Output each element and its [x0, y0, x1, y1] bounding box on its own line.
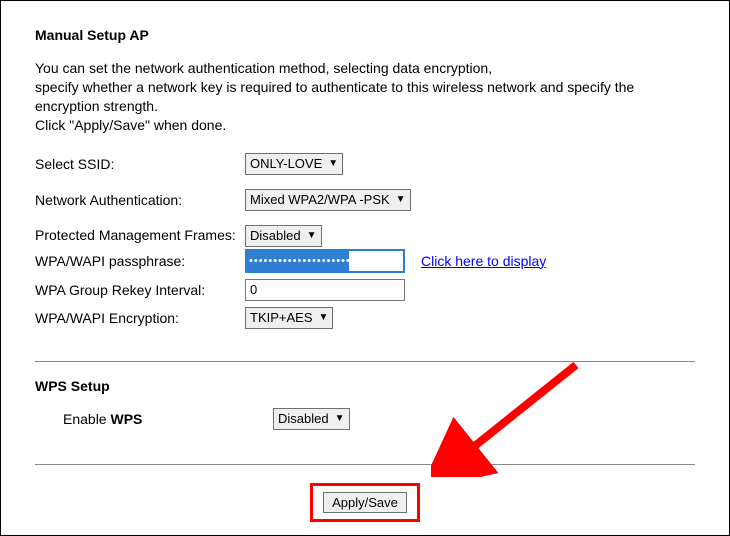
passphrase-label: WPA/WAPI passphrase: — [35, 253, 245, 269]
auth-select[interactable]: Mixed WPA2/WPA -PSK ▼ — [245, 189, 411, 211]
dropdown-caret-icon: ▼ — [396, 195, 406, 205]
wps-enable-label-prefix: Enable — [63, 411, 110, 427]
auth-label: Network Authentication: — [35, 192, 245, 208]
intro-line-2: specify whether a network key is require… — [35, 79, 634, 114]
dropdown-caret-icon: ▼ — [319, 313, 329, 323]
settings-rows: Select SSID: ONLY-LOVE ▼ Network Authent… — [35, 153, 695, 329]
ssid-select[interactable]: ONLY-LOVE ▼ — [245, 153, 343, 175]
encryption-select-value: TKIP+AES — [250, 310, 313, 325]
pmf-select-value: Disabled — [250, 228, 301, 243]
dropdown-caret-icon: ▼ — [328, 159, 338, 169]
row-pmf: Protected Management Frames: Disabled ▼ — [35, 225, 695, 247]
row-encryption: WPA/WAPI Encryption: TKIP+AES ▼ — [35, 307, 695, 329]
dropdown-caret-icon: ▼ — [335, 414, 345, 424]
row-auth: Network Authentication: Mixed WPA2/WPA -… — [35, 189, 695, 211]
security-settings-panel: Manual Setup AP You can set the network … — [0, 0, 730, 536]
wps-enable-select-value: Disabled — [278, 411, 329, 426]
pmf-select[interactable]: Disabled ▼ — [245, 225, 322, 247]
wps-enable-label: Enable WPS — [35, 411, 273, 427]
intro-text: You can set the network authentication m… — [35, 59, 695, 135]
rekey-label: WPA Group Rekey Interval: — [35, 282, 245, 298]
ssid-select-value: ONLY-LOVE — [250, 156, 322, 171]
row-wps-enable: Enable WPS Disabled ▼ — [35, 408, 695, 430]
apply-save-button[interactable]: Apply/Save — [323, 492, 407, 513]
rekey-input[interactable] — [245, 279, 405, 301]
dropdown-caret-icon: ▼ — [307, 231, 317, 241]
action-area: Apply/Save — [35, 483, 695, 522]
section-divider-2 — [35, 464, 695, 465]
row-ssid: Select SSID: ONLY-LOVE ▼ — [35, 153, 695, 175]
intro-line-3: Click "Apply/Save" when done. — [35, 117, 226, 133]
section-divider — [35, 361, 695, 362]
passphrase-input[interactable] — [245, 249, 405, 273]
ssid-label: Select SSID: — [35, 156, 245, 172]
apply-highlight-box: Apply/Save — [310, 483, 420, 522]
encryption-select[interactable]: TKIP+AES ▼ — [245, 307, 333, 329]
row-passphrase: WPA/WAPI passphrase: Click here to displ… — [35, 249, 695, 273]
wps-section-title: WPS Setup — [35, 378, 695, 394]
pmf-label: Protected Management Frames: — [35, 227, 245, 244]
wps-enable-label-bold: WPS — [110, 411, 142, 427]
page-title: Manual Setup AP — [35, 27, 695, 43]
intro-line-1: You can set the network authentication m… — [35, 60, 492, 76]
encryption-label: WPA/WAPI Encryption: — [35, 310, 245, 326]
auth-select-value: Mixed WPA2/WPA -PSK — [250, 192, 390, 207]
wps-enable-select[interactable]: Disabled ▼ — [273, 408, 350, 430]
display-passphrase-link[interactable]: Click here to display — [421, 253, 546, 269]
row-rekey: WPA Group Rekey Interval: — [35, 279, 695, 301]
